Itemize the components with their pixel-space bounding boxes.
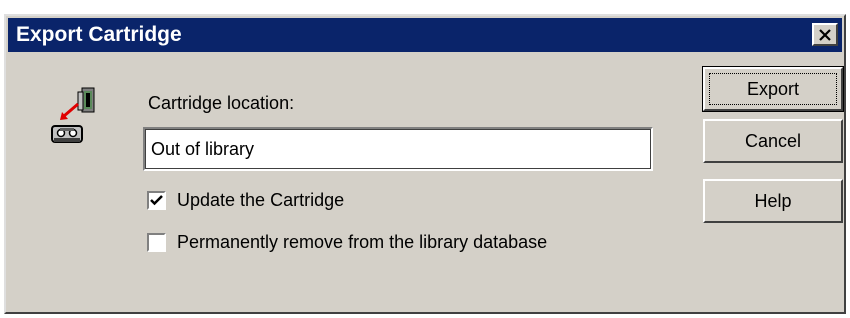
export-cartridge-icon bbox=[48, 86, 108, 166]
export-cartridge-dialog: Export Cartridge Cartridge location: Out… bbox=[4, 14, 846, 314]
close-button[interactable] bbox=[812, 23, 838, 46]
cancel-button-label: Cancel bbox=[744, 130, 802, 151]
permanently-remove-label: Permanently remove from the library data… bbox=[177, 232, 548, 252]
cancel-button[interactable]: Cancel bbox=[703, 119, 843, 163]
update-cartridge-checkbox[interactable] bbox=[147, 191, 166, 210]
close-icon bbox=[819, 28, 831, 41]
permanently-remove-option[interactable]: Permanently remove from the library data… bbox=[147, 232, 547, 253]
cartridge-location-value: Out of library bbox=[151, 139, 255, 159]
focus-rectangle bbox=[709, 73, 837, 105]
export-button[interactable]: Export bbox=[702, 66, 844, 112]
permanently-remove-checkbox[interactable] bbox=[147, 233, 166, 252]
update-cartridge-label: Update the Cartridge bbox=[177, 190, 345, 210]
checkmark-icon bbox=[150, 195, 163, 206]
cartridge-location-field[interactable]: Out of library bbox=[143, 127, 653, 171]
title-bar[interactable]: Export Cartridge bbox=[8, 18, 842, 52]
cartridge-location-label: Cartridge location: bbox=[148, 93, 295, 113]
help-button-label: Help bbox=[754, 190, 792, 211]
update-cartridge-option[interactable]: Update the Cartridge bbox=[147, 190, 344, 211]
help-button[interactable]: Help bbox=[703, 179, 843, 223]
window-title: Export Cartridge bbox=[16, 23, 182, 46]
